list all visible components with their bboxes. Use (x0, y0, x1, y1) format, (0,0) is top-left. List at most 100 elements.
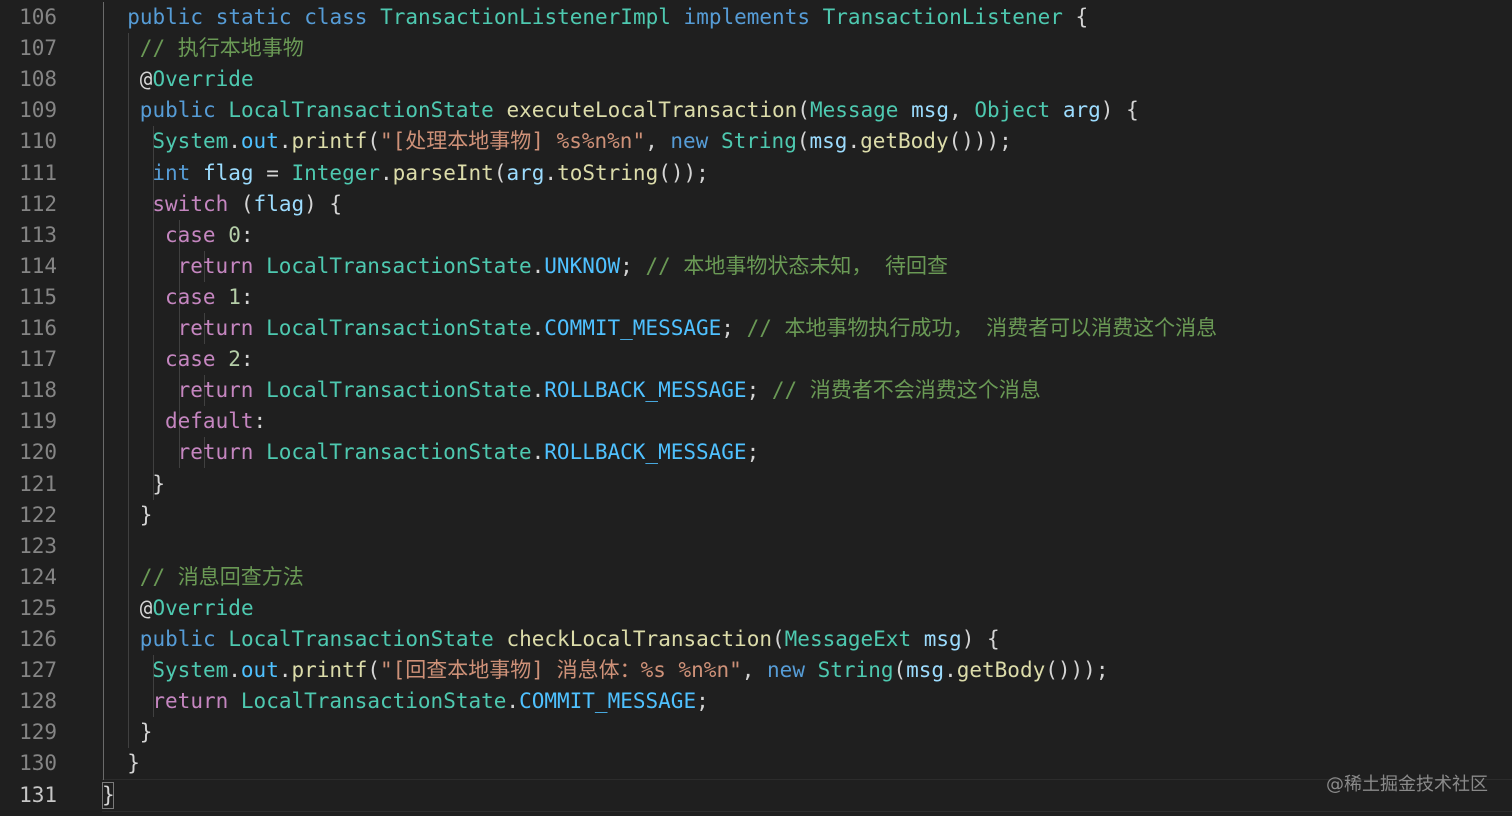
code-token: } (139, 720, 153, 745)
code-token: . (506, 689, 520, 714)
code-token: out (240, 658, 279, 683)
code-token: case (165, 222, 216, 247)
code-line: case 1: (165, 282, 254, 313)
indent-guide (103, 2, 104, 780)
code-line: } (140, 717, 153, 748)
code-token: System (152, 129, 229, 154)
code-token: = (253, 160, 292, 185)
code-token: ( (367, 129, 381, 154)
code-token: toString (557, 160, 659, 185)
code-token: implements (683, 5, 810, 29)
line-number: 117 (19, 347, 57, 372)
code-token: LocalTransactionState (228, 627, 494, 651)
code-token: : (253, 409, 267, 434)
code-token: return (152, 689, 229, 714)
code-line: // 消息回查方法 (140, 562, 304, 593)
code-line: default: (165, 406, 266, 437)
code-line: int flag = Integer.parseInt(arg.toString… (152, 158, 708, 189)
code-token: msg (809, 129, 848, 154)
line-number: 110 (19, 129, 57, 154)
code-token: ) { (961, 627, 1000, 651)
code-token: ( (893, 658, 907, 683)
code-token: msg (911, 98, 950, 123)
line-number: 125 (19, 595, 57, 620)
code-token: ( (493, 160, 507, 185)
code-token: arg (506, 160, 545, 185)
line-number: 127 (19, 658, 57, 683)
code-token: LocalTransactionState (266, 378, 532, 403)
code-token: Override (152, 595, 254, 620)
code-line: } (127, 748, 140, 779)
code-token: ( (796, 129, 810, 154)
code-editor[interactable]: 106 107 108 109 110 111 112 113 114 115 116 117 118 1… (0, 0, 1512, 816)
code-token: { (1075, 5, 1089, 29)
code-token: Message (809, 98, 899, 123)
code-token: TransactionListenerImpl (380, 5, 671, 29)
code-line: @Override (140, 593, 254, 624)
code-token: LocalTransactionState (266, 253, 532, 278)
code-token: LocalTransactionState (266, 316, 532, 340)
code-token: Integer (291, 160, 381, 185)
watermark: @稀土掘金技术社区 (1326, 774, 1488, 795)
code-token: case (165, 284, 216, 309)
code-token: out (240, 129, 279, 154)
code-token: int (152, 160, 191, 185)
code-token: checkLocalTransaction (506, 627, 772, 651)
code-line: public LocalTransactionState checkLocalT… (140, 624, 1000, 655)
code-token: ) { (304, 191, 343, 216)
line-number: 120 (19, 440, 57, 465)
line-number: 114 (19, 253, 57, 278)
line-number: 124 (19, 564, 57, 589)
code-token: 2 (228, 347, 241, 372)
code-token: // 消息回查方法 (139, 564, 304, 589)
line-number: 126 (19, 627, 57, 651)
code-token: LocalTransactionState (240, 689, 507, 714)
code-token: . (544, 160, 558, 185)
line-number: 130 (19, 751, 57, 776)
code-token: // 消费者不会消费这个消息 (771, 378, 1041, 403)
code-token: . (380, 160, 393, 185)
line-number: 113 (19, 222, 57, 247)
code-token: COMMIT_MESSAGE (519, 689, 697, 714)
code-token: ; (620, 253, 646, 278)
code-token: . (228, 129, 241, 154)
code-token: Object (974, 98, 1051, 123)
code-area[interactable]: public static class TransactionListenerI… (102, 0, 1512, 816)
code-token: . (531, 440, 545, 465)
code-token: , (949, 98, 975, 123)
code-token: return (177, 440, 254, 465)
code-token: ())); (948, 129, 1012, 154)
code-token: UNKNOW (544, 253, 621, 278)
code-token: new (670, 129, 709, 154)
line-number: 112 (19, 191, 57, 216)
code-line: // 执行本地事物 (140, 33, 304, 64)
code-token: . (847, 129, 861, 154)
code-line: return LocalTransactionState.ROLLBACK_ME… (178, 437, 760, 468)
code-token: } (152, 471, 166, 496)
code-token: default (165, 409, 254, 434)
code-token: return (177, 378, 254, 403)
code-token: msg (906, 658, 945, 683)
code-token: String (720, 129, 797, 154)
code-token: String (817, 658, 894, 683)
line-number-gutter: 106 107 108 109 110 111 112 113 114 115 116 117 118 1… (0, 0, 88, 816)
line-number: 118 (19, 378, 57, 403)
code-token: flag (202, 160, 254, 185)
code-token: public (139, 627, 216, 651)
code-line: public LocalTransactionState executeLoca… (140, 95, 1139, 126)
code-token: return (177, 253, 254, 278)
code-token: return (177, 316, 254, 340)
